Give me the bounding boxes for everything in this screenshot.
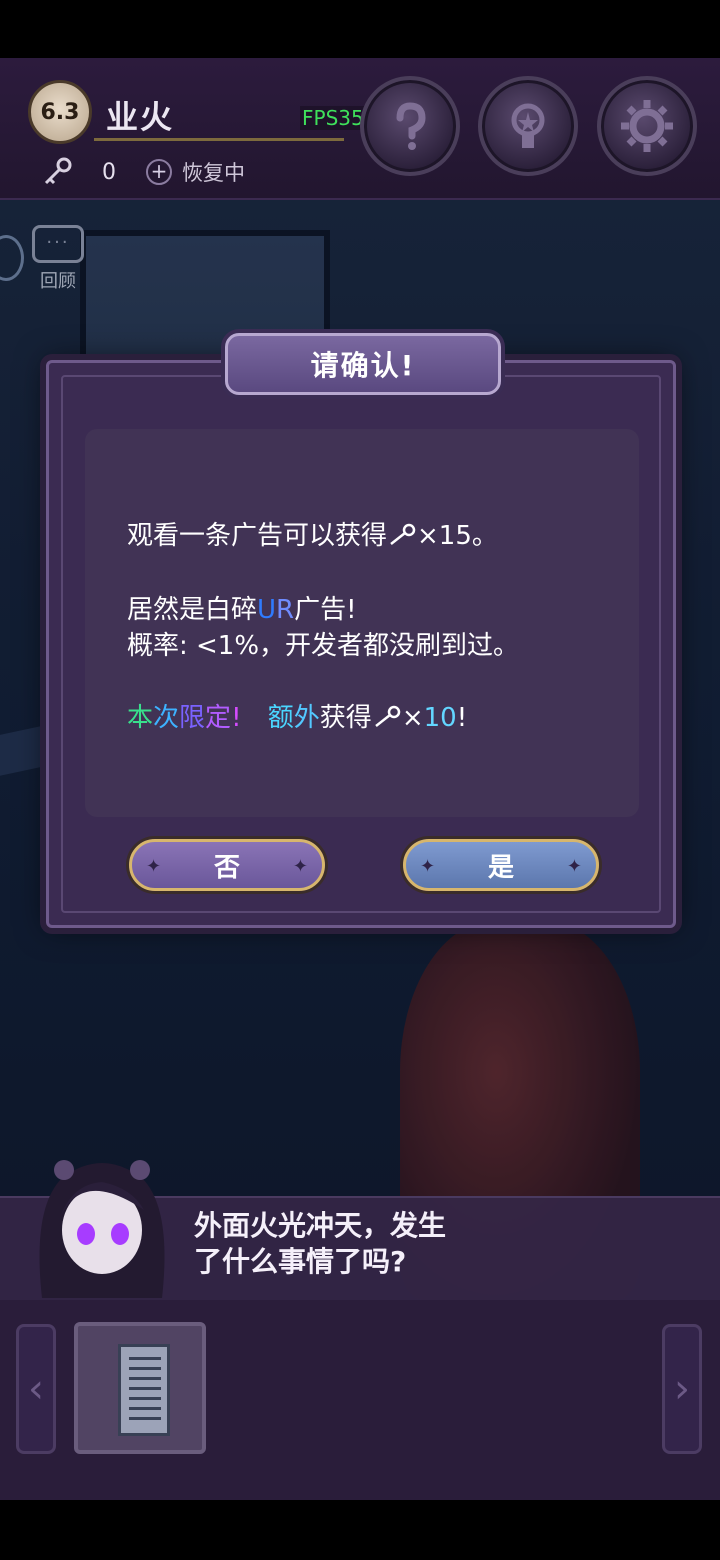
limited-char-4: 定 — [205, 703, 232, 733]
line2-text: 居然是白碎 — [127, 595, 258, 625]
inventory-slot[interactable] — [74, 1322, 206, 1454]
sparkle-icon: ✦ — [292, 856, 308, 877]
settings-button[interactable] — [597, 76, 697, 176]
limited-char-2: 次 — [153, 703, 180, 733]
limited-char-1: 本 — [127, 703, 154, 733]
extra-amount: 10 — [423, 703, 457, 733]
message-line-2: 居然是白碎UR广告! — [127, 589, 357, 626]
sparkle-icon: ✦ — [420, 856, 436, 877]
character-avatar — [39, 1160, 165, 1298]
chapter-badge: 6.3 — [28, 80, 92, 144]
sparkle-icon: ✦ — [146, 856, 162, 877]
times-sign: × — [401, 703, 424, 733]
question-icon — [396, 102, 426, 150]
title-underline — [94, 138, 344, 141]
message-box: 观看一条广告可以获得 ×15。 居然是白碎UR广告! 概率: <1%，开发者都没刷… — [85, 429, 639, 817]
system-nav-area — [0, 1500, 720, 1560]
recover-status: 恢复中 — [182, 161, 245, 185]
inventory-bar: ‹ › — [0, 1300, 720, 1500]
sparkle-icon: ✦ — [566, 856, 582, 877]
fps-counter: FPS35 — [300, 106, 366, 130]
line4-text: 获得 — [319, 703, 372, 733]
no-label: 否 — [213, 852, 240, 883]
extra-char-2: 外 — [293, 703, 320, 733]
chapter-title: 业火 — [106, 98, 175, 136]
confirm-dialog: 请确认! 观看一条广告可以获得 ×15。 居然是白碎UR广告! 概率: <1%，开… — [46, 333, 676, 928]
key-counter: 0 + 恢复中 — [40, 154, 245, 190]
dialog-title: 请确认! — [310, 349, 416, 382]
top-bar: 6.3 业火 FPS35 0 + 恢复中 — [0, 58, 720, 200]
extra-char-1: 额 — [267, 703, 294, 733]
line2-suffix: 广告! — [294, 595, 357, 625]
key-icon — [390, 523, 416, 545]
message-line-3: 概率: <1%，开发者都没刷到过。 — [127, 631, 520, 661]
message-line-1: 观看一条广告可以获得 ×15。 — [127, 515, 498, 552]
ur-letter-r: R — [276, 595, 295, 625]
hint-button[interactable] — [478, 76, 578, 176]
dialogue-text: 外面火光冲天，发生 了什么事情了吗? — [194, 1209, 447, 1278]
key-icon — [375, 705, 401, 727]
key-icon — [44, 157, 72, 185]
dialog-title-banner: 请确认! — [225, 333, 501, 395]
yes-label: 是 — [487, 852, 514, 883]
yes-button[interactable]: ✦ 是 ✦ — [403, 839, 599, 891]
line4-end: ! — [456, 703, 468, 733]
prev-item-button[interactable]: ‹ — [16, 1324, 56, 1454]
help-button[interactable] — [360, 76, 460, 176]
limited-exclaim: ! — [231, 703, 242, 733]
paper-note-icon — [118, 1344, 170, 1436]
limited-char-3: 限 — [179, 703, 206, 733]
lightbulb-icon — [511, 103, 545, 148]
line1-text: 观看一条广告可以获得 — [127, 521, 388, 551]
ur-letter-u: U — [257, 595, 277, 625]
gear-icon — [621, 100, 673, 152]
key-count: 0 — [102, 159, 116, 185]
line1-amount: ×15。 — [417, 521, 498, 551]
next-item-button[interactable]: › — [662, 1324, 702, 1454]
add-keys-button[interactable]: + — [146, 159, 172, 185]
no-button[interactable]: ✦ 否 ✦ — [129, 839, 325, 891]
message-line-4: 本次限定! 额外获得 ×10! — [127, 697, 467, 734]
